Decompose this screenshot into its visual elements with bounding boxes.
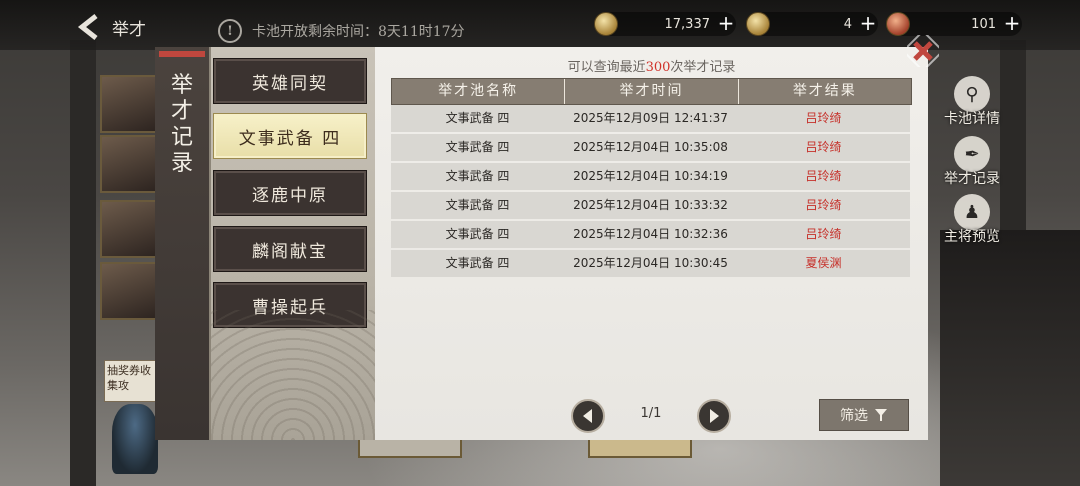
cell-pool: 文事武备 四 — [445, 169, 510, 183]
pool-tab-list: 英雄同契 文事武备 四 逐鹿中原 麟阁献宝 曹操起兵 — [211, 47, 375, 440]
prev-page-button[interactable] — [571, 399, 605, 433]
flower-token-icon — [886, 12, 910, 36]
tab-pool-3[interactable]: 逐鹿中原 — [213, 170, 367, 216]
character-figure — [112, 404, 158, 474]
cell-time: 2025年12月09日 12:41:37 — [573, 111, 728, 125]
currency-token: 4 + — [746, 12, 878, 36]
dialog-title-frame: 举才记录 — [155, 47, 211, 440]
back-label: 举才 — [112, 19, 146, 40]
tab-pool-1[interactable]: 英雄同契 — [213, 58, 367, 104]
page-indicator: 1/1 — [640, 406, 662, 421]
draw-records-button[interactable]: ✒ 举才记录 — [922, 136, 1022, 188]
hint-prefix: 可以查询最近 — [567, 60, 646, 75]
dialog-title: 举才记录 — [155, 73, 209, 177]
currency-value: 4 — [843, 16, 852, 32]
draw-records-label: 举才记录 — [944, 171, 1000, 187]
general-preview-label: 主将预览 — [944, 229, 1000, 245]
back-arrow-icon — [77, 14, 98, 40]
column-header-pool: 举才池名称 — [392, 79, 566, 104]
hero-portrait[interactable] — [100, 262, 158, 320]
title-accent-bar — [159, 51, 205, 57]
back-button[interactable]: 举才 — [76, 10, 186, 44]
hero-portrait[interactable] — [100, 200, 158, 258]
funnel-icon — [875, 409, 887, 421]
table-row: 文事武备 四 2025年12月04日 10:33:32 吕玲绮 — [391, 192, 910, 219]
general-icon: ♟ — [954, 194, 990, 230]
wave-pattern — [211, 310, 375, 440]
close-icon[interactable] — [907, 35, 939, 67]
token-icon — [746, 12, 770, 36]
filter-button[interactable]: 筛选 — [819, 399, 909, 431]
currency-flower: 101 + — [886, 12, 1022, 36]
record-table-body: 文事武备 四 2025年12月09日 12:41:37 吕玲绮 文事武备 四 2… — [391, 105, 910, 279]
tab-pool-2[interactable]: 文事武备 四 — [213, 113, 367, 159]
cell-result: 夏侯渊 — [805, 256, 842, 270]
table-row: 文事武备 四 2025年12月09日 12:41:37 吕玲绮 — [391, 105, 910, 132]
cell-pool: 文事武备 四 — [445, 140, 510, 154]
pool-details-label: 卡池详情 — [944, 111, 1000, 127]
hero-portrait[interactable] — [100, 135, 158, 193]
cell-time: 2025年12月04日 10:33:32 — [573, 198, 728, 212]
cell-time: 2025年12月04日 10:30:45 — [573, 256, 728, 270]
record-table-header: 举才池名称 举才时间 举才结果 — [391, 78, 912, 105]
draw-record-dialog: 举才记录 英雄同契 文事武备 四 逐鹿中原 麟阁献宝 曹操起兵 可以查询最近30… — [155, 35, 939, 440]
next-page-button[interactable] — [697, 399, 731, 433]
column-header-result: 举才结果 — [792, 83, 857, 99]
arrow-left-icon — [583, 409, 592, 423]
hero-portrait[interactable] — [100, 75, 158, 133]
cell-pool: 文事武备 四 — [445, 198, 510, 212]
hint-count: 300 — [645, 60, 671, 75]
filter-label: 筛选 — [840, 408, 868, 424]
column-header-time: 举才时间 — [565, 79, 739, 104]
cell-pool: 文事武备 四 — [445, 111, 510, 125]
table-row: 文事武备 四 2025年12月04日 10:34:19 吕玲绮 — [391, 163, 910, 190]
cell-result: 吕玲绮 — [805, 140, 842, 154]
side-event-label[interactable]: 抽奖券收集攻 — [104, 360, 162, 402]
cell-pool: 文事武备 四 — [445, 256, 510, 270]
cell-pool: 文事武备 四 — [445, 227, 510, 241]
add-currency-button[interactable]: + — [716, 13, 736, 34]
currency-copper: 17,337 + — [594, 12, 736, 36]
table-row: 文事武备 四 2025年12月04日 10:30:45 夏侯渊 — [391, 250, 910, 277]
tab-pool-4[interactable]: 麟阁献宝 — [213, 226, 367, 272]
cell-result: 吕玲绮 — [805, 111, 842, 125]
cell-time: 2025年12月04日 10:35:08 — [573, 140, 728, 154]
background-curtain — [940, 230, 1080, 486]
pool-details-button[interactable]: ⚲ 卡池详情 — [922, 76, 1022, 128]
magnifier-icon: ⚲ — [954, 76, 990, 112]
currency-value: 17,337 — [664, 16, 711, 32]
cell-result: 吕玲绮 — [805, 227, 842, 241]
background-pillar — [70, 40, 96, 486]
pool-timer-text: 卡池开放剩余时间：8天11时17分 — [252, 24, 465, 40]
record-limit-hint: 可以查询最近300次举才记录 — [375, 56, 928, 75]
cell-time: 2025年12月04日 10:34:19 — [573, 169, 728, 183]
currency-value: 101 — [971, 16, 996, 32]
add-currency-button[interactable]: + — [858, 13, 878, 34]
arrow-right-icon — [710, 409, 719, 423]
copper-coin-icon — [594, 12, 618, 36]
general-preview-button[interactable]: ♟ 主将预览 — [922, 194, 1022, 246]
table-row: 文事武备 四 2025年12月04日 10:35:08 吕玲绮 — [391, 134, 910, 161]
exclamation-icon[interactable]: ! — [218, 19, 242, 43]
pagination: 1/1 — [571, 399, 731, 433]
brush-icon: ✒ — [954, 136, 990, 172]
table-row: 文事武备 四 2025年12月04日 10:32:36 吕玲绮 — [391, 221, 910, 248]
cell-time: 2025年12月04日 10:32:36 — [573, 227, 728, 241]
cell-result: 吕玲绮 — [805, 169, 842, 183]
record-panel: 可以查询最近300次举才记录 举才池名称 举才时间 举才结果 文事武备 四 20… — [375, 47, 928, 440]
hint-suffix: 次举才记录 — [670, 60, 736, 75]
dialog-title-text: 举才记录 — [171, 73, 194, 176]
cell-result: 吕玲绮 — [805, 198, 842, 212]
add-currency-button[interactable]: + — [1002, 13, 1022, 34]
